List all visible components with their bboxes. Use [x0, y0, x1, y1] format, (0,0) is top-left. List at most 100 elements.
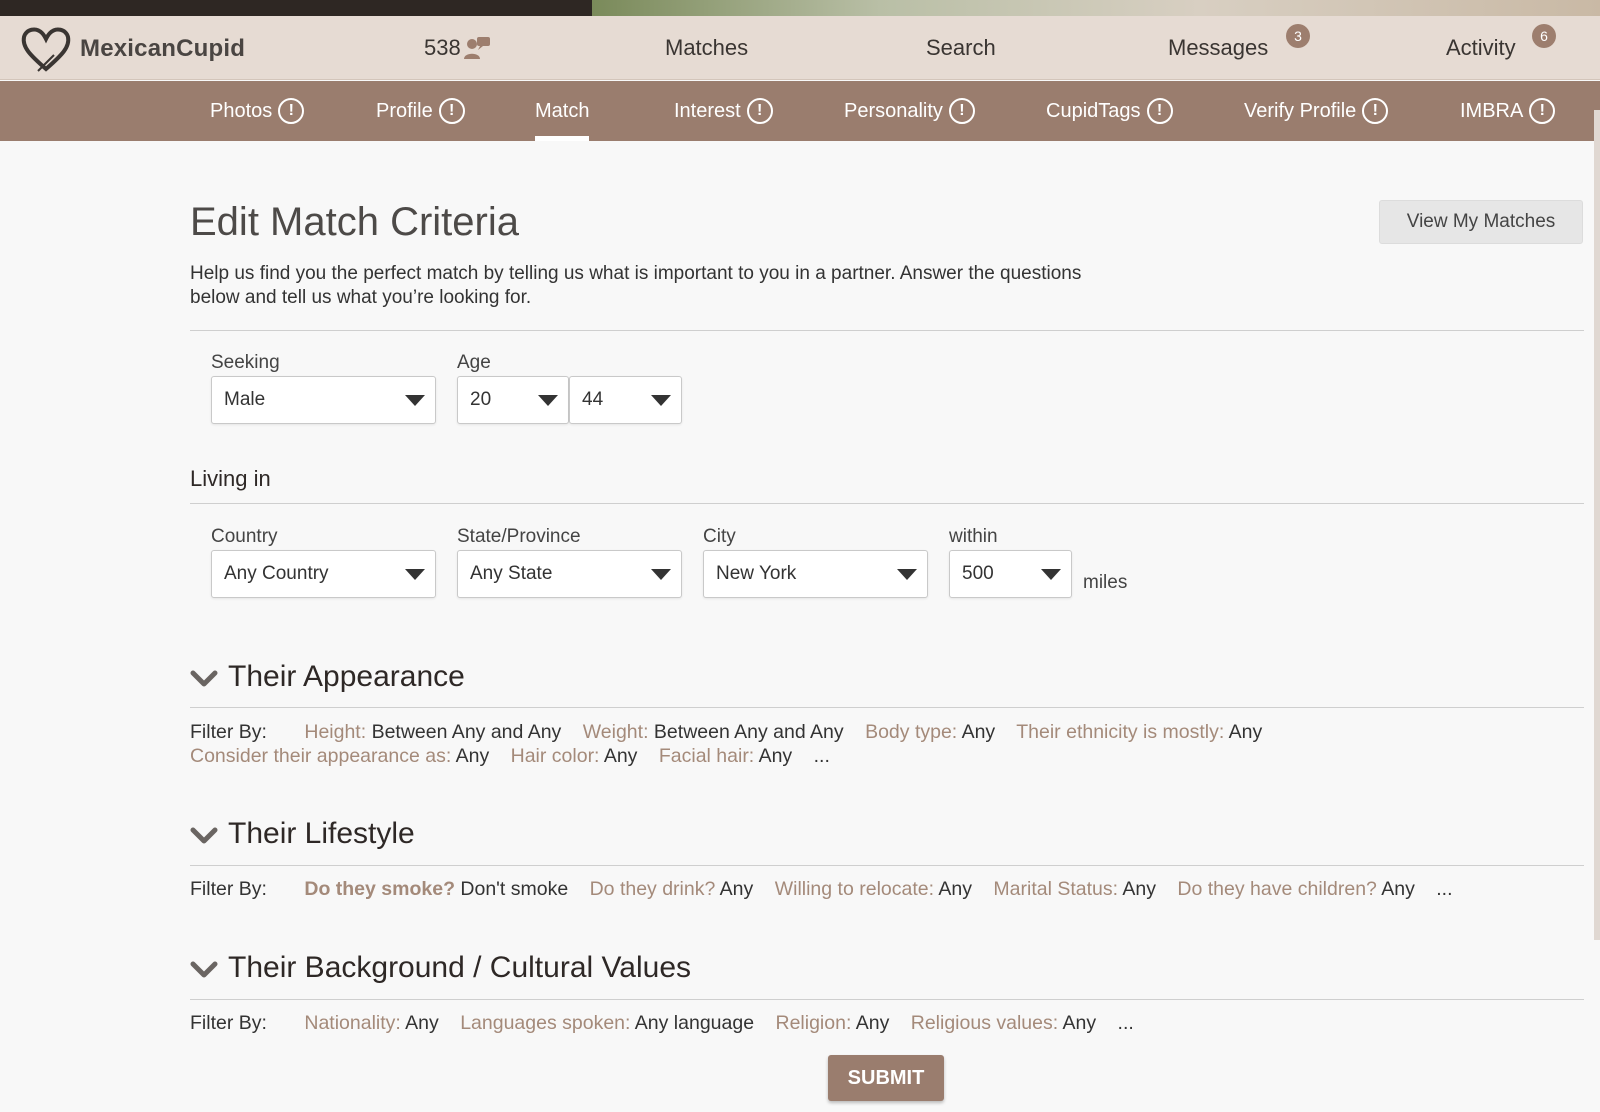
alert-icon: ! — [746, 98, 773, 124]
filter-value: Any language — [634, 1012, 755, 1034]
lifestyle-heading[interactable]: Their Lifestyle — [228, 817, 415, 851]
chevron-down-icon[interactable] — [190, 669, 218, 689]
state-label: State/Province — [457, 526, 581, 547]
submit-button[interactable]: SUBMIT — [828, 1055, 944, 1101]
filter-weight[interactable]: Weight: Between Any and Any — [583, 721, 844, 743]
logo[interactable]: MexicanCupid — [20, 24, 245, 74]
tab-cupidtags-label: CupidTags — [1046, 100, 1141, 122]
tab-profile[interactable]: Profile ! — [376, 81, 465, 141]
chevron-down-icon — [897, 569, 917, 580]
alert-icon: ! — [438, 98, 465, 124]
filter-key: Height: — [304, 721, 367, 743]
activity-badge: 6 — [1532, 24, 1556, 48]
filter-body-type[interactable]: Body type: Any — [865, 721, 995, 743]
filter-facial-hair[interactable]: Facial hair: Any — [659, 745, 792, 767]
online-count[interactable]: 538 — [424, 32, 491, 64]
alert-icon: ! — [948, 98, 975, 124]
seeking-select[interactable]: Male — [211, 376, 436, 424]
living-in-heading: Living in — [190, 466, 271, 491]
alert-icon: ! — [278, 98, 305, 124]
filter-key: Do they smoke? — [304, 878, 455, 900]
filter-by-label: Filter By: — [190, 1012, 267, 1034]
nav-search[interactable]: Search — [926, 32, 996, 64]
filter-height[interactable]: Height: Between Any and Any — [304, 721, 561, 743]
filter-value: Any — [758, 745, 793, 767]
filter-hair-color[interactable]: Hair color: Any — [511, 745, 638, 767]
filter-value: Any — [961, 721, 996, 743]
tab-imbra[interactable]: IMBRA ! — [1460, 81, 1556, 141]
filter-value: Don't smoke — [460, 878, 569, 900]
within-label: within — [949, 526, 998, 547]
filter-value: Any — [1062, 1012, 1097, 1034]
nav-matches-label: Matches — [665, 35, 749, 60]
filter-religion[interactable]: Religion: Any — [775, 1012, 889, 1034]
chevron-down-icon — [538, 395, 558, 406]
filter-smoke[interactable]: Do they smoke? Don't smoke — [304, 878, 568, 900]
tab-photos[interactable]: Photos ! — [210, 81, 305, 141]
appearance-heading[interactable]: Their Appearance — [228, 660, 465, 694]
nav-messages-label: Messages — [1168, 35, 1269, 60]
lifestyle-filters: Filter By: Do they smoke? Don't smoke Do… — [190, 877, 1453, 901]
divider — [190, 865, 1584, 866]
tab-interest-label: Interest — [674, 100, 741, 122]
view-my-matches-button[interactable]: View My Matches — [1379, 200, 1583, 244]
tab-cupidtags[interactable]: CupidTags ! — [1046, 81, 1173, 141]
tab-profile-label: Profile — [376, 100, 433, 122]
messages-badge: 3 — [1286, 24, 1310, 48]
nav-matches[interactable]: Matches — [665, 32, 748, 64]
filter-key: Body type: — [865, 721, 958, 743]
background-filters: Filter By: Nationality: Any Languages sp… — [190, 1011, 1134, 1035]
main-header: MexicanCupid 538 Matches Search Messages… — [0, 16, 1600, 80]
chevron-down-icon — [651, 395, 671, 406]
filter-marital-status[interactable]: Marital Status: Any — [993, 878, 1156, 900]
tab-verify-profile-label: Verify Profile — [1244, 100, 1357, 122]
filter-key: Weight: — [582, 721, 649, 743]
users-chat-icon — [463, 37, 490, 59]
more-filters-ellipsis[interactable]: ... — [814, 745, 830, 767]
filter-key: Do they have children? — [1177, 878, 1377, 900]
chevron-down-icon[interactable] — [190, 826, 218, 846]
state-value: Any State — [470, 563, 553, 584]
filter-key: Languages spoken: — [460, 1012, 631, 1034]
tab-interest[interactable]: Interest ! — [674, 81, 773, 141]
filter-ethnicity[interactable]: Their ethnicity is mostly: Any — [1016, 721, 1262, 743]
filter-nationality[interactable]: Nationality: Any — [304, 1012, 438, 1034]
age-max-select[interactable]: 44 — [569, 376, 682, 424]
desc-line-1: Help us find you the perfect match by te… — [190, 263, 1082, 284]
tab-verify-profile[interactable]: Verify Profile ! — [1244, 81, 1389, 141]
country-select[interactable]: Any Country — [211, 550, 436, 598]
within-value: 500 — [962, 563, 994, 584]
seeking-label: Seeking — [211, 352, 280, 373]
seeking-value: Male — [224, 389, 266, 410]
filter-key: Religion: — [775, 1012, 852, 1034]
filter-value: Between Any and Any — [371, 721, 562, 743]
filter-drink[interactable]: Do they drink? Any — [590, 878, 754, 900]
filter-by-label: Filter By: — [190, 878, 267, 900]
nav-activity[interactable]: Activity 6 — [1446, 24, 1556, 64]
filter-languages[interactable]: Languages spoken: Any language — [460, 1012, 754, 1034]
filter-consider-appearance[interactable]: Consider their appearance as: Any — [190, 745, 489, 767]
alert-icon: ! — [1529, 98, 1556, 124]
filter-religious-values[interactable]: Religious values: Any — [911, 1012, 1096, 1034]
more-filters-ellipsis[interactable]: ... — [1118, 1012, 1134, 1034]
chevron-down-icon — [1041, 569, 1061, 580]
state-select[interactable]: Any State — [457, 550, 682, 598]
country-label: Country — [211, 526, 278, 547]
filter-children[interactable]: Do they have children? Any — [1177, 878, 1414, 900]
chevron-down-icon[interactable] — [190, 960, 218, 980]
header-photo-strip — [0, 0, 1600, 16]
page-title: Edit Match Criteria — [190, 200, 519, 244]
filter-relocate[interactable]: Willing to relocate: Any — [775, 878, 972, 900]
nav-messages[interactable]: Messages 3 — [1168, 24, 1310, 64]
age-min-select[interactable]: 20 — [457, 376, 569, 424]
miles-label: miles — [1083, 572, 1128, 593]
tab-imbra-label: IMBRA — [1460, 100, 1524, 122]
city-select[interactable]: New York — [703, 550, 928, 598]
tab-match[interactable]: Match — [535, 81, 590, 141]
within-select[interactable]: 500 — [949, 550, 1072, 598]
more-filters-ellipsis[interactable]: ... — [1436, 878, 1452, 900]
divider — [190, 503, 1584, 504]
background-heading[interactable]: Their Background / Cultural Values — [228, 951, 691, 985]
tab-personality[interactable]: Personality ! — [844, 81, 975, 141]
age-label: Age — [457, 352, 491, 373]
